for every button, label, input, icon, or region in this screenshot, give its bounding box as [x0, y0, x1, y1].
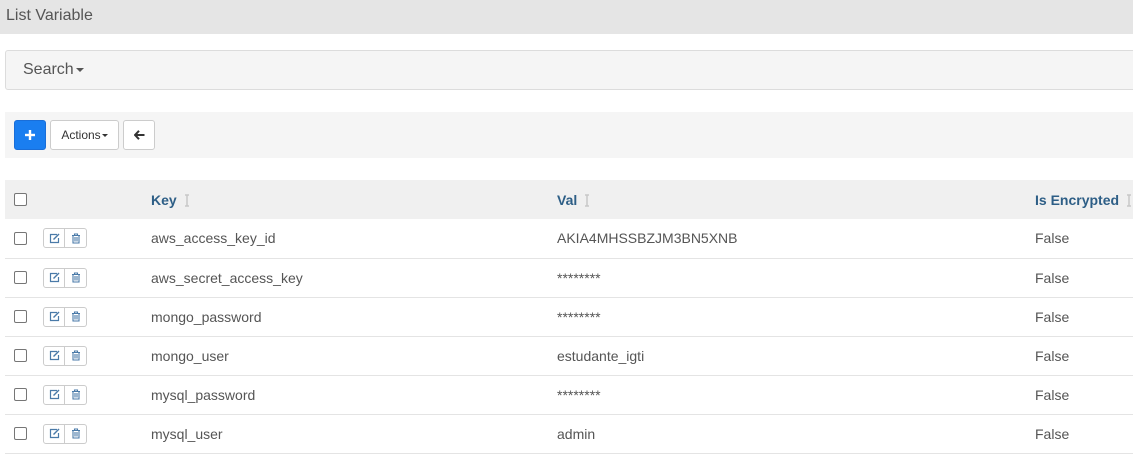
cell-val: ********	[557, 386, 601, 403]
sort-icon	[1126, 194, 1131, 208]
trash-icon	[71, 233, 80, 244]
caret-down-icon	[101, 133, 108, 137]
search-panel: Search	[5, 50, 1133, 90]
delete-button[interactable]	[65, 384, 87, 405]
page-title: List Variable	[6, 7, 93, 24]
cell-is-encrypted: False	[1035, 269, 1070, 286]
delete-button[interactable]	[65, 345, 87, 366]
cell-key: aws_access_key_id	[151, 230, 276, 247]
row-checkbox[interactable]	[14, 427, 27, 440]
cell-key: mongo_user	[151, 347, 229, 364]
cell-val: admin	[557, 425, 596, 442]
arrow-left-icon	[133, 130, 144, 140]
edit-icon	[49, 428, 59, 439]
row-action-group	[43, 345, 151, 366]
cell-key: mongo_password	[151, 308, 262, 325]
table-row: aws_secret_access_key ******** False	[5, 258, 1133, 297]
sort-icon	[184, 194, 189, 208]
cell-key: mysql_password	[151, 386, 256, 403]
back-button[interactable]	[123, 120, 155, 150]
sort-icon	[585, 194, 590, 208]
cell-key: aws_secret_access_key	[151, 269, 303, 286]
edit-button[interactable]	[43, 267, 65, 288]
row-checkbox[interactable]	[14, 349, 27, 362]
table-row: aws_access_key_id AKIA4MHSSBZJM3BN5XNB F…	[5, 219, 1133, 258]
table-row: mongo_user estudante_igti False	[5, 336, 1133, 375]
table-header-row: Key Val Is Encrypted	[5, 180, 1133, 219]
delete-button[interactable]	[65, 306, 87, 327]
delete-button[interactable]	[65, 267, 87, 288]
trash-icon	[71, 428, 80, 439]
variables-table: Key Val Is Encrypted aws_access_key_id A…	[5, 180, 1133, 454]
cell-val: estudante_igti	[557, 347, 645, 364]
edit-icon	[49, 311, 59, 322]
table-row: mongo_password ******** False	[5, 297, 1133, 336]
header-checkbox-cell	[5, 180, 43, 219]
edit-icon	[49, 389, 59, 400]
toolbar: Actions	[5, 112, 1133, 158]
edit-icon	[49, 233, 59, 243]
edit-button[interactable]	[43, 228, 65, 249]
table-row: mysql_user admin False	[5, 414, 1133, 453]
search-label: Search	[23, 61, 74, 78]
row-action-group	[43, 423, 151, 444]
select-all-checkbox[interactable]	[14, 193, 27, 206]
cell-is-encrypted: False	[1035, 386, 1070, 403]
cell-is-encrypted: False	[1035, 425, 1070, 442]
actions-label: Actions	[61, 128, 101, 142]
trash-icon	[71, 389, 80, 400]
page-title-bar: List Variable	[0, 0, 1133, 34]
variables-table-wrapper: Key Val Is Encrypted aws_access_key_id A…	[5, 180, 1133, 454]
trash-icon	[71, 350, 80, 361]
cell-is-encrypted: False	[1035, 230, 1070, 247]
column-header-val[interactable]: Val	[557, 180, 1035, 219]
cell-is-encrypted: False	[1035, 308, 1070, 325]
trash-icon	[71, 272, 80, 283]
column-header-key-label: Key	[151, 191, 177, 208]
plus-icon	[25, 130, 35, 140]
edit-button[interactable]	[43, 306, 65, 327]
search-toggle[interactable]: Search	[23, 51, 84, 89]
actions-dropdown-button[interactable]: Actions	[50, 120, 119, 150]
row-checkbox[interactable]	[14, 310, 27, 323]
delete-button[interactable]	[65, 228, 87, 249]
header-actions-cell	[43, 180, 151, 219]
row-action-group	[43, 228, 151, 249]
row-action-group	[43, 384, 151, 405]
row-checkbox[interactable]	[14, 271, 27, 284]
cell-val: AKIA4MHSSBZJM3BN5XNB	[557, 230, 738, 247]
edit-button[interactable]	[43, 384, 65, 405]
row-checkbox[interactable]	[14, 388, 27, 401]
cell-val: ********	[557, 269, 601, 286]
cell-key: mysql_user	[151, 425, 223, 442]
cell-is-encrypted: False	[1035, 347, 1070, 364]
row-action-group	[43, 267, 151, 288]
column-header-is-encrypted-label: Is Encrypted	[1035, 191, 1120, 208]
delete-button[interactable]	[65, 423, 87, 444]
edit-button[interactable]	[43, 345, 65, 366]
row-checkbox[interactable]	[14, 231, 27, 245]
edit-icon	[49, 350, 59, 361]
edit-button[interactable]	[43, 423, 65, 444]
column-header-val-label: Val	[557, 191, 578, 208]
cell-val: ********	[557, 308, 601, 325]
edit-icon	[49, 272, 59, 283]
add-button[interactable]	[14, 120, 46, 150]
row-action-group	[43, 306, 151, 327]
caret-down-icon	[75, 67, 84, 72]
table-row: mysql_password ******** False	[5, 375, 1133, 414]
column-header-key[interactable]: Key	[151, 180, 557, 219]
column-header-is-encrypted[interactable]: Is Encrypted	[1035, 180, 1133, 219]
trash-icon	[71, 311, 80, 322]
